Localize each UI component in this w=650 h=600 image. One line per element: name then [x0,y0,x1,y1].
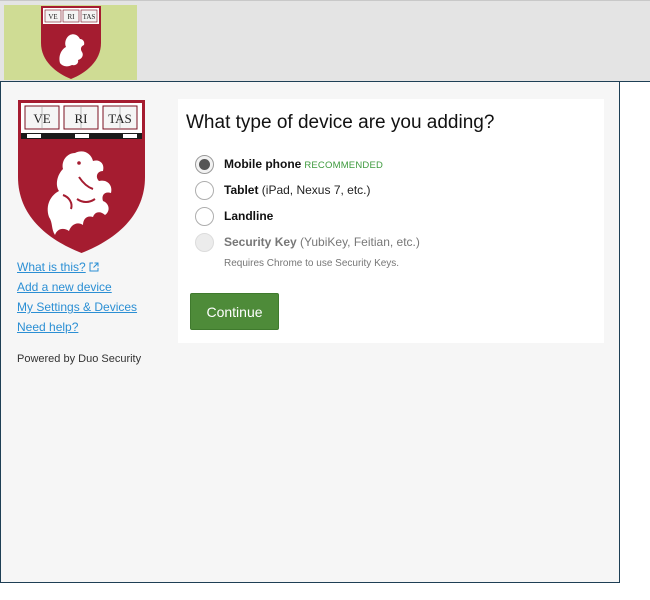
radio-landline[interactable] [195,206,214,226]
option-note: (YubiKey, Feitian, etc.) [296,235,420,249]
svg-text:RI: RI [75,111,88,126]
option-tablet[interactable]: Tablet (iPad, Nexus 7, etc.) [195,180,371,200]
option-label: Landline [224,209,274,223]
continue-button[interactable]: Continue [190,293,279,330]
svg-text:TAS: TAS [108,111,132,126]
sidebar-links: What is this? Add a new device My Settin… [17,260,137,340]
recommended-badge: RECOMMENDED [304,160,384,171]
option-label: Mobile phone [224,157,302,171]
sidebar: VE RI TAS What is this? Add a new device… [17,99,167,365]
option-mobile-phone[interactable]: Mobile phone RECOMMENDED [195,154,383,174]
need-help-link[interactable]: Need help? [17,320,137,334]
svg-text:TAS: TAS [82,13,95,21]
option-label: Tablet [224,183,259,197]
option-landline[interactable]: Landline [195,206,273,226]
radio-tablet[interactable] [195,180,214,200]
page-title: What type of device are you adding? [186,112,495,133]
harvard-shield-icon-small: VE RI TAS [40,6,101,79]
svg-text:RI: RI [67,13,75,21]
svg-text:VE: VE [33,111,50,126]
external-link-icon [89,262,99,272]
option-security-key: Security Key (YubiKey, Feitian, etc.) [195,232,420,252]
option-note: (iPad, Nexus 7, etc.) [258,183,371,197]
device-type-card: What type of device are you adding? Mobi… [178,99,604,343]
svg-text:VE: VE [48,13,57,21]
radio-security-key [195,232,214,252]
harvard-shield-icon: VE RI TAS [18,100,145,253]
security-key-note: Requires Chrome to use Security Keys. [224,258,400,269]
top-header: VE RI TAS [0,0,650,82]
veritas-books: VE RI TAS [24,105,138,130]
harvard-shield-small: VE RI TAS [4,5,137,80]
option-label: Security Key [224,235,297,249]
what-is-this-link[interactable]: What is this? [17,260,137,274]
duo-frame: VE RI TAS What is this? Add a new device… [0,82,620,583]
my-settings-devices-link[interactable]: My Settings & Devices [17,300,137,314]
radio-mobile-phone[interactable] [195,154,214,174]
add-new-device-link[interactable]: Add a new device [17,280,137,294]
powered-by-text: Powered by Duo Security [17,353,142,365]
